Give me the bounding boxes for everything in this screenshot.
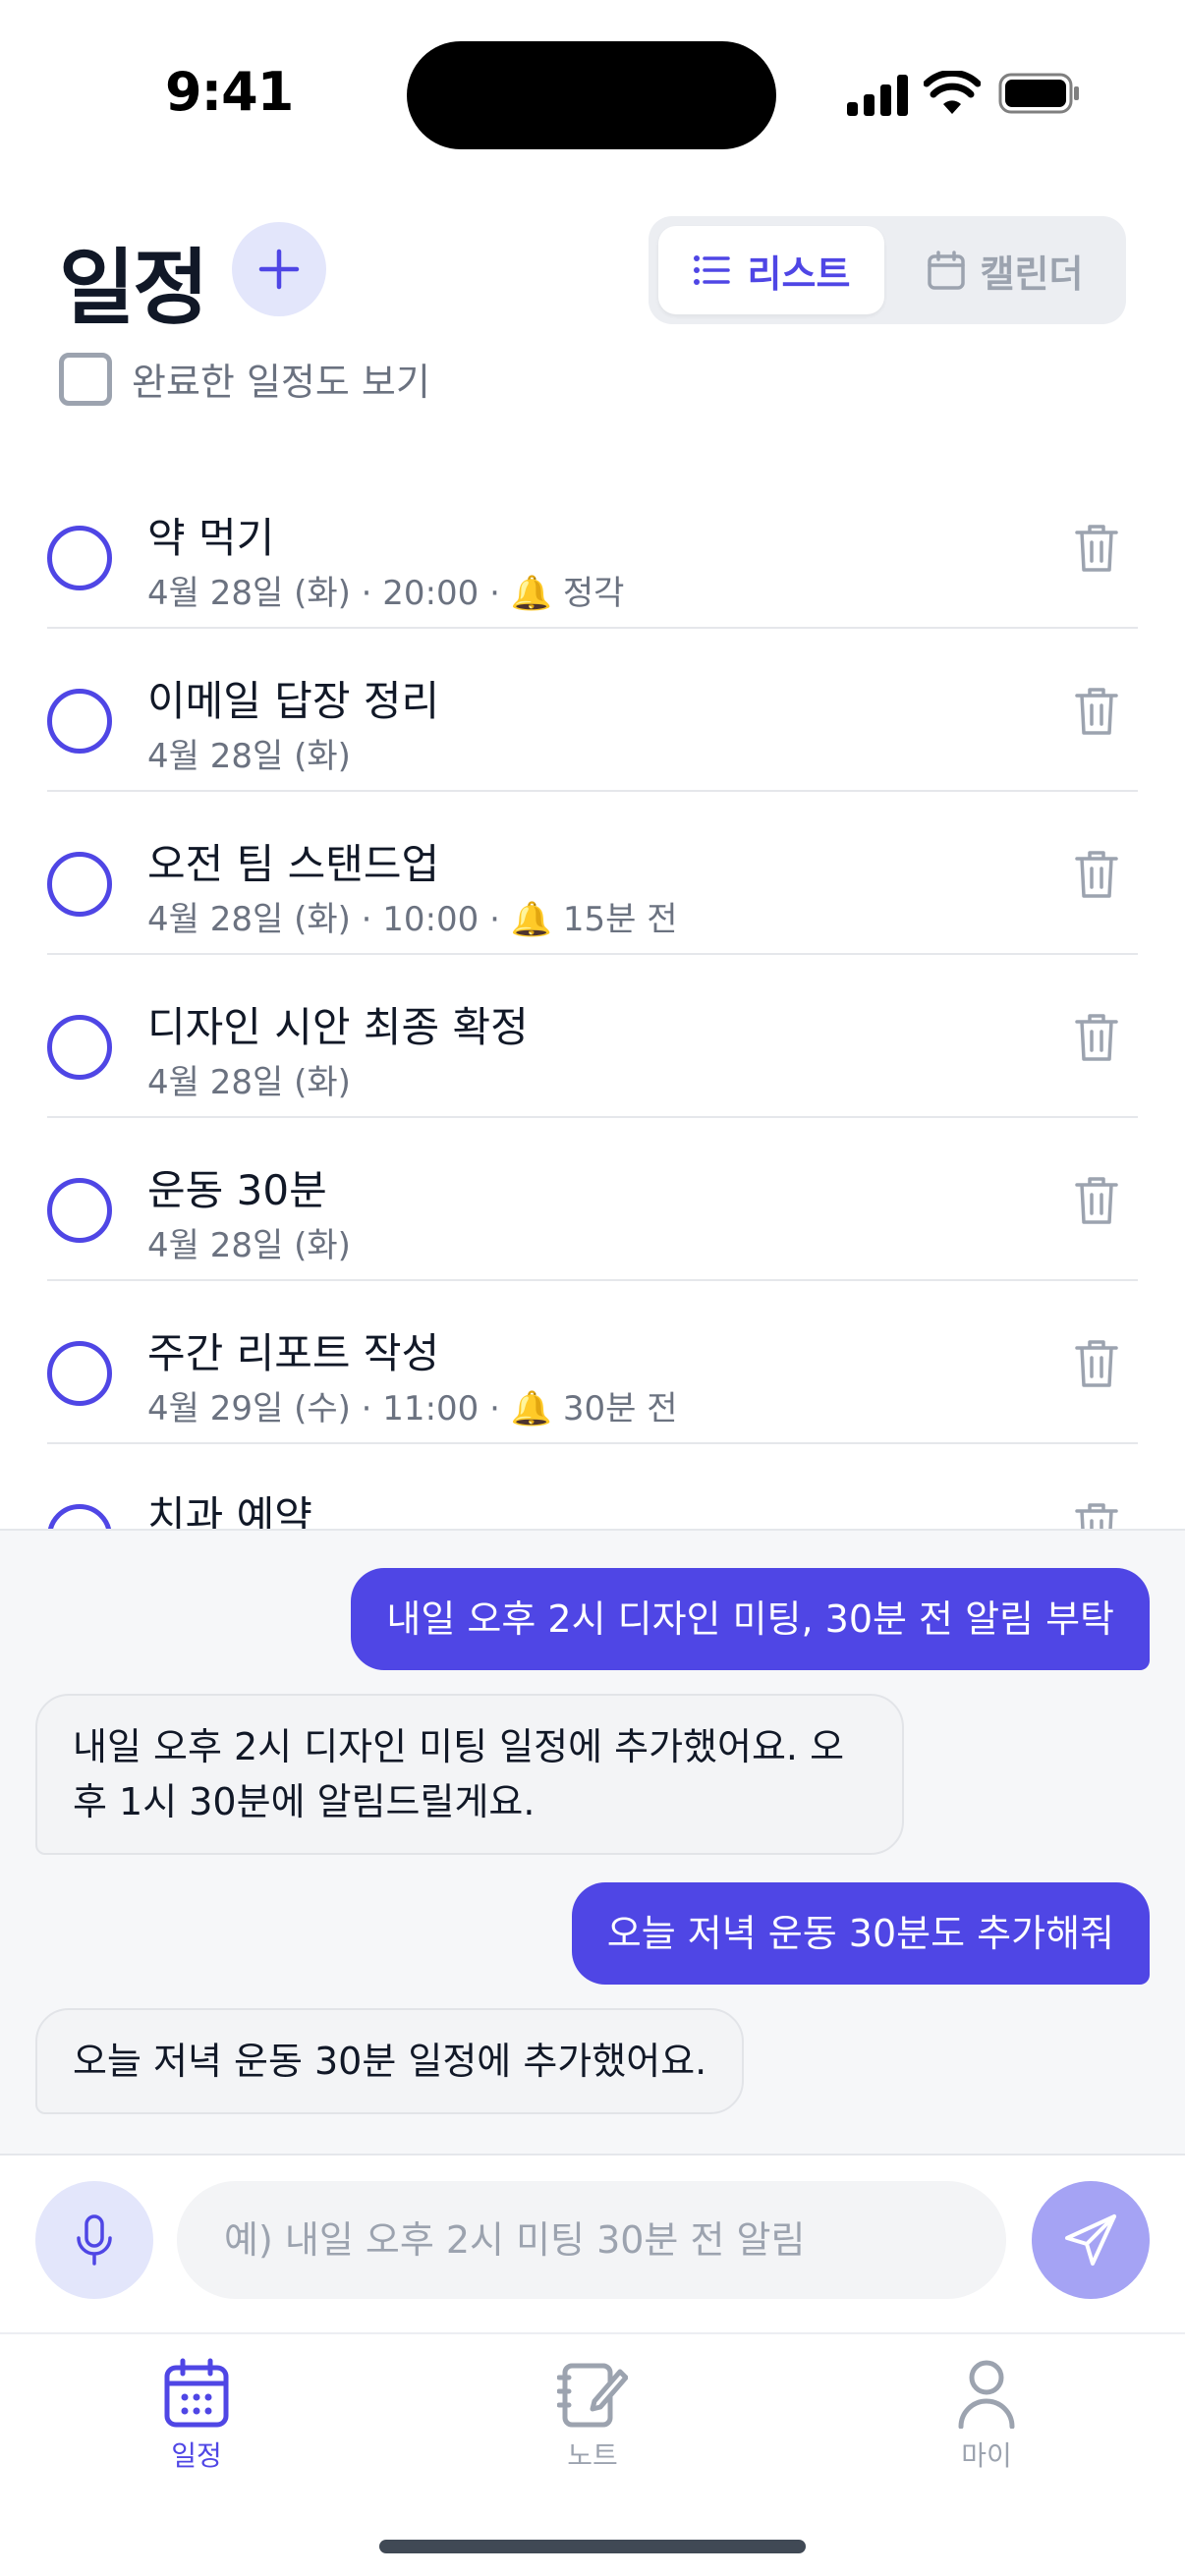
trash-icon[interactable] <box>1075 523 1118 574</box>
status-bar: 9:41 <box>0 0 1185 187</box>
task-title: 이메일 답장 정리 <box>147 677 440 725</box>
home-indicator[interactable] <box>379 2540 806 2553</box>
complete-checkbox[interactable] <box>47 852 112 917</box>
task-row[interactable]: 치과 예약 <box>47 1444 1138 1529</box>
microphone-icon <box>77 2214 112 2266</box>
dynamic-island <box>407 41 776 149</box>
task-row[interactable]: 이메일 답장 정리 4월 28일 (화) <box>47 629 1138 792</box>
tab-label: 마이 <box>961 2439 1012 2472</box>
tab-schedule[interactable]: 일정 <box>98 2358 295 2474</box>
task-meta: 4월 28일 (화) · 20:00 · 🔔 정각 <box>147 574 625 613</box>
status-time: 9:41 <box>165 61 294 123</box>
list-view-tab[interactable]: 리스트 <box>658 226 884 314</box>
person-icon <box>958 2360 1015 2429</box>
trash-icon[interactable] <box>1075 849 1118 900</box>
task-title: 디자인 시안 최종 확정 <box>147 1003 529 1051</box>
user-message: 오늘 저녁 운동 30분도 추가해줘 <box>571 1882 1150 1985</box>
task-title: 운동 30분 <box>147 1166 327 1214</box>
task-row[interactable]: 디자인 시안 최종 확정 4월 28일 (화) <box>47 955 1138 1118</box>
task-title: 약 먹기 <box>147 514 275 562</box>
show-completed-label: 완료한 일정도 보기 <box>132 361 430 404</box>
complete-checkbox[interactable] <box>47 689 112 754</box>
voice-input-button[interactable] <box>35 2181 153 2299</box>
complete-checkbox[interactable] <box>47 1178 112 1243</box>
task-meta: 4월 28일 (화) <box>147 737 351 776</box>
task-list: 약 먹기 4월 28일 (화) · 20:00 · 🔔 정각 이메일 답장 정리… <box>0 466 1185 1529</box>
page-title: 일정 <box>59 240 209 336</box>
user-message: 내일 오후 2시 디자인 미팅, 30분 전 알림 부탁 <box>351 1568 1150 1670</box>
send-icon <box>1065 2214 1116 2266</box>
view-toggle: 리스트 캘린더 <box>649 216 1126 324</box>
show-completed-toggle[interactable]: 완료한 일정도 보기 <box>59 352 430 406</box>
composer <box>0 2154 1185 2330</box>
complete-checkbox[interactable] <box>47 526 112 590</box>
task-row[interactable]: 운동 30분 4월 28일 (화) <box>47 1118 1138 1281</box>
task-meta: 4월 28일 (화) <box>147 1226 351 1265</box>
signal-icon <box>847 75 908 116</box>
assistant-chat: 내일 오후 2시 디자인 미팅, 30분 전 알림 부탁 내일 오후 2시 디자… <box>0 1529 1185 2154</box>
assistant-message: 오늘 저녁 운동 30분 일정에 추가했어요. <box>35 2008 745 2114</box>
plus-icon <box>258 249 300 290</box>
complete-checkbox[interactable] <box>47 1504 112 1529</box>
assistant-message: 내일 오후 2시 디자인 미팅 일정에 추가했어요. 오후 1시 30분에 알림… <box>35 1694 904 1855</box>
tab-label: 노트 <box>567 2439 618 2472</box>
task-row[interactable]: 주간 리포트 작성 4월 29일 (수) · 11:00 · 🔔 30분 전 <box>47 1281 1138 1444</box>
task-meta: 4월 28일 (화) · 10:00 · 🔔 15분 전 <box>147 900 678 939</box>
trash-icon[interactable] <box>1075 1012 1118 1063</box>
task-title: 오전 팀 스탠드업 <box>147 840 440 888</box>
tab-notes[interactable]: 노트 <box>494 2358 691 2474</box>
calendar-view-label: 캘린더 <box>980 252 1084 296</box>
task-title: 주간 리포트 작성 <box>147 1329 440 1377</box>
list-view-label: 리스트 <box>747 252 851 296</box>
list-icon <box>693 255 730 285</box>
battery-icon <box>998 73 1079 114</box>
tab-my[interactable]: 마이 <box>888 2358 1085 2474</box>
complete-checkbox[interactable] <box>47 1015 112 1080</box>
calendar-icon <box>927 251 965 290</box>
trash-icon[interactable] <box>1075 1175 1118 1226</box>
show-completed-checkbox[interactable] <box>59 352 112 406</box>
wifi-icon <box>924 71 981 114</box>
task-row[interactable]: 오전 팀 스탠드업 4월 28일 (화) · 10:00 · 🔔 15분 전 <box>47 792 1138 955</box>
tab-label: 일정 <box>171 2439 222 2472</box>
calendar-view-tab[interactable]: 캘린더 <box>894 226 1116 314</box>
task-meta: 4월 28일 (화) <box>147 1063 351 1102</box>
complete-checkbox[interactable] <box>47 1341 112 1406</box>
trash-icon[interactable] <box>1075 1501 1118 1529</box>
task-title: 치과 예약 <box>147 1492 312 1529</box>
add-task-button[interactable] <box>232 222 326 316</box>
command-input[interactable] <box>177 2181 1006 2299</box>
notebook-icon <box>557 2363 628 2428</box>
trash-icon[interactable] <box>1075 686 1118 737</box>
task-row[interactable]: 약 먹기 4월 28일 (화) · 20:00 · 🔔 정각 <box>47 466 1138 629</box>
calendar-icon <box>164 2358 229 2428</box>
send-button[interactable] <box>1032 2181 1150 2299</box>
task-meta: 4월 29일 (수) · 11:00 · 🔔 30분 전 <box>147 1389 678 1428</box>
trash-icon[interactable] <box>1075 1338 1118 1389</box>
